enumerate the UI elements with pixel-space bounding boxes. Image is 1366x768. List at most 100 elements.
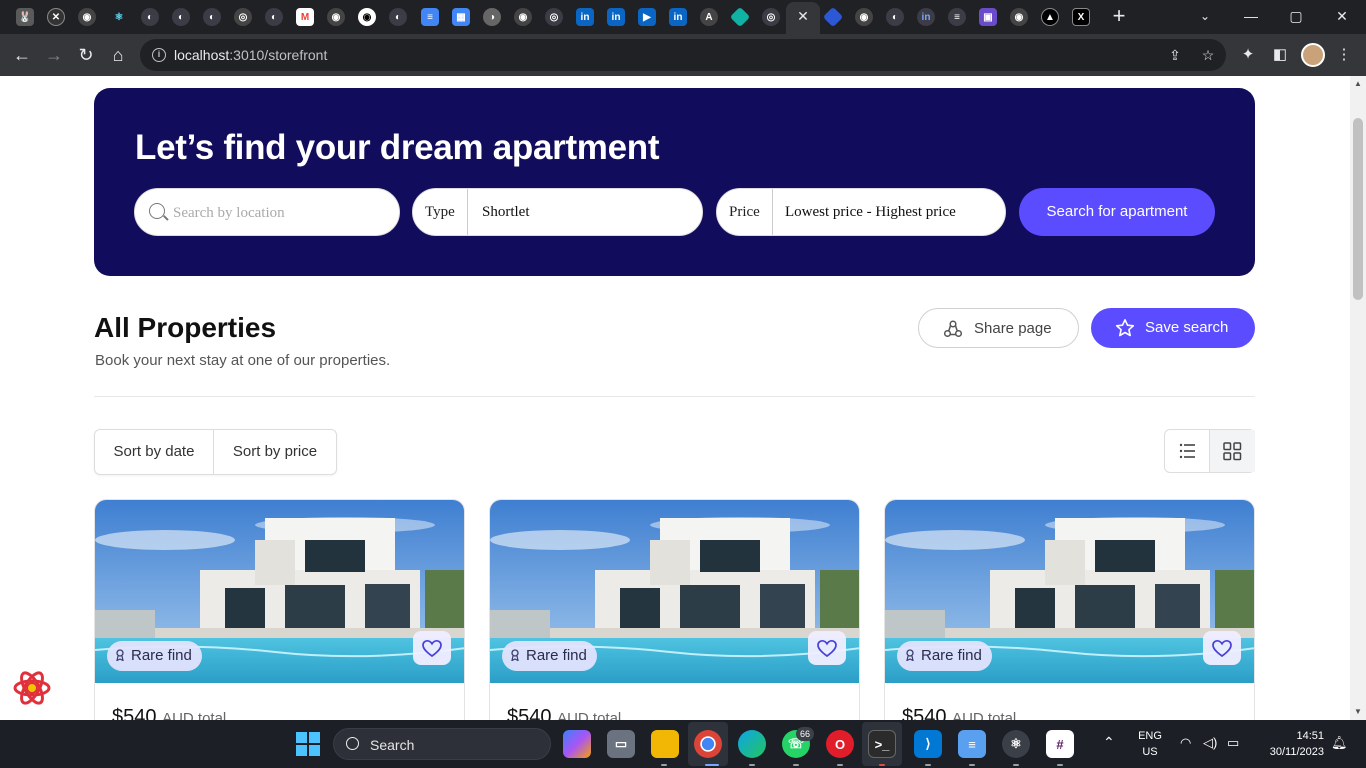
task-view-icon[interactable]: ▭ [607,730,635,758]
share-page-icon[interactable]: ⇪ [1166,46,1184,64]
tab-favicon-github-icon-3[interactable]: ◉ [358,8,376,26]
electron-app-icon[interactable]: ⚛ [1002,730,1030,758]
clock-date[interactable]: 30/11/2023 [1256,746,1324,758]
tab-favicon-app-icon[interactable]: 🐰 [16,8,34,26]
grid-view-button[interactable] [1210,430,1255,472]
tab-favicon-figma-icon-2[interactable]: ◐ [172,8,190,26]
tab-favicon-calendar-icon[interactable]: ▦ [452,8,470,26]
sort-by-price-button[interactable]: Sort by price [214,430,336,474]
extensions-puzzle-icon[interactable]: ✦ [1238,45,1258,65]
battery-icon[interactable]: ▭ [1227,735,1239,751]
tab-favicon-linkedin-icon-4[interactable]: in [917,8,935,26]
scroll-down-arrow-icon[interactable]: ▼ [1354,708,1362,716]
tab-search-chevron-icon[interactable]: ⌄ [1194,6,1216,26]
file-explorer-icon[interactable] [651,730,679,758]
tab-favicon-linkedin-icon-2[interactable]: in [607,8,625,26]
tab-favicon-diamond-icon-2[interactable] [822,6,844,28]
page-scrollbar[interactable]: ▲ ▼ [1350,76,1366,720]
tab-favicon-github-icon[interactable]: ◉ [78,8,96,26]
tab-favicon-figma-icon-6[interactable]: ◐ [886,8,904,26]
tab-favicon-figma-icon-4[interactable]: ◐ [265,8,283,26]
tab-favicon-a-icon[interactable]: A [700,8,718,26]
language-top[interactable]: ENG [1135,730,1165,742]
taskbar-search-box[interactable]: Search [333,728,551,760]
tray-chevron-up-icon[interactable]: ⌃ [1103,734,1115,751]
profile-avatar[interactable] [1301,43,1325,67]
tab-favicon-figma-icon-5[interactable]: ◐ [389,8,407,26]
copilot-icon[interactable] [563,730,591,758]
tab-favicon-gmail-icon[interactable]: M [296,8,314,26]
search-apartment-button[interactable]: Search for apartment [1019,188,1215,236]
edge-icon[interactable] [738,730,766,758]
site-info-icon[interactable]: i [152,48,166,62]
vscode-icon[interactable]: ⟩ [914,730,942,758]
property-card[interactable]: Rare find $540 AUD total [884,499,1255,720]
browser-menu-icon[interactable]: ⋮ [1334,45,1354,65]
tab-favicon-globe-icon[interactable]: ◎ [234,8,252,26]
tab-favicon-github-icon-4[interactable]: ◉ [514,8,532,26]
tab-favicon-react-icon[interactable]: ⚛ [110,8,128,26]
location-search-field[interactable] [134,188,400,236]
address-bar[interactable]: i localhost:3010/storefront ⇪ ☆ [140,39,1226,71]
language-bottom[interactable]: US [1135,746,1165,758]
tab-favicon-docs-icon[interactable]: ≡ [421,8,439,26]
list-view-button[interactable] [1165,430,1210,472]
home-icon[interactable]: ⌂ [106,43,130,67]
terminal-icon[interactable]: >_ [868,730,896,758]
windows-start-icon[interactable] [296,732,320,756]
tab-favicon-figma-icon[interactable]: ◐ [141,8,159,26]
tab-favicon-globe-icon-2[interactable]: ◑ [483,8,501,26]
volume-icon[interactable]: ◁) [1203,735,1217,751]
scroll-up-arrow-icon[interactable]: ▲ [1354,80,1362,88]
back-arrow-icon[interactable]: ← [10,43,34,67]
save-search-button[interactable]: Save search [1091,308,1255,348]
share-page-button[interactable]: Share page [918,308,1079,348]
chrome-icon[interactable] [694,730,722,758]
forward-arrow-icon[interactable]: → [42,43,66,67]
tab-favicon-github-icon-5[interactable]: ◉ [855,8,873,26]
bookmark-star-icon[interactable]: ☆ [1199,46,1217,64]
favorite-button[interactable] [1203,631,1241,665]
opera-icon[interactable]: O [826,730,854,758]
tab-favicon-x-icon-2[interactable]: X [1072,8,1090,26]
location-search-input[interactable] [173,202,383,224]
tab-favicon-figma-icon-3[interactable]: ◐ [203,8,221,26]
side-panel-icon[interactable]: ◧ [1270,45,1290,65]
type-value[interactable]: Shortlet [482,189,530,235]
tab-favicon-x-icon[interactable]: ✕ [47,8,65,26]
window-maximize-button[interactable]: ▢ [1285,6,1307,26]
browser-tab-bar: 🐰 ✕ ◉ ⚛ ◐ ◐ ◐ ◎ ◐ M ◉ ◉ ◐ ≡ ▦ ◑ ◉ ◎ in i… [0,0,1366,34]
price-select[interactable]: Price Lowest price - Highest price [716,188,1006,236]
favorite-button[interactable] [413,631,451,665]
tab-favicon-diamond-icon[interactable] [729,6,751,28]
window-close-button[interactable]: ✕ [1331,6,1353,26]
tab-favicon-chrome-icon[interactable]: ◎ [545,8,563,26]
property-card[interactable]: Rare find $540 AUD total [489,499,860,720]
slack-icon[interactable]: # [1046,730,1074,758]
tab-favicon-linkedin-icon[interactable]: in [576,8,594,26]
reload-icon[interactable]: ↻ [74,43,98,67]
tab-favicon-linkedin-icon-3[interactable]: in [669,8,687,26]
property-card[interactable]: Rare find $540 AUD total [94,499,465,720]
window-minimize-button[interactable]: — [1240,6,1262,26]
scrollbar-thumb[interactable] [1353,118,1363,300]
sort-by-date-button[interactable]: Sort by date [95,430,214,474]
tab-favicon-play-icon[interactable]: ▶ [638,8,656,26]
type-select[interactable]: Type Shortlet [412,188,703,236]
react-devtools-logo-icon[interactable] [12,668,52,708]
new-tab-button[interactable]: + [1108,5,1130,27]
clock-time[interactable]: 14:51 [1262,730,1324,742]
tab-close-icon[interactable]: ✕ [795,8,811,24]
tab-favicon-triangle-icon[interactable]: ▲ [1041,8,1059,26]
url-text[interactable]: localhost:3010/storefront [174,47,327,63]
tab-favicon-github-icon-6[interactable]: ◉ [1010,8,1028,26]
tab-favicon-chrome-icon-2[interactable]: ◎ [762,8,780,26]
favorite-button[interactable] [808,631,846,665]
notification-bell-icon[interactable]: 🔔︎ [1331,735,1348,751]
tab-favicon-docs-icon-2[interactable]: ≡ [948,8,966,26]
wifi-icon[interactable]: ◠ [1180,735,1191,751]
notepad-icon[interactable]: ≡ [958,730,986,758]
price-value[interactable]: Lowest price - Highest price [785,189,956,235]
tab-favicon-github-icon-2[interactable]: ◉ [327,8,345,26]
tab-favicon-app-icon-2[interactable]: ▣ [979,8,997,26]
